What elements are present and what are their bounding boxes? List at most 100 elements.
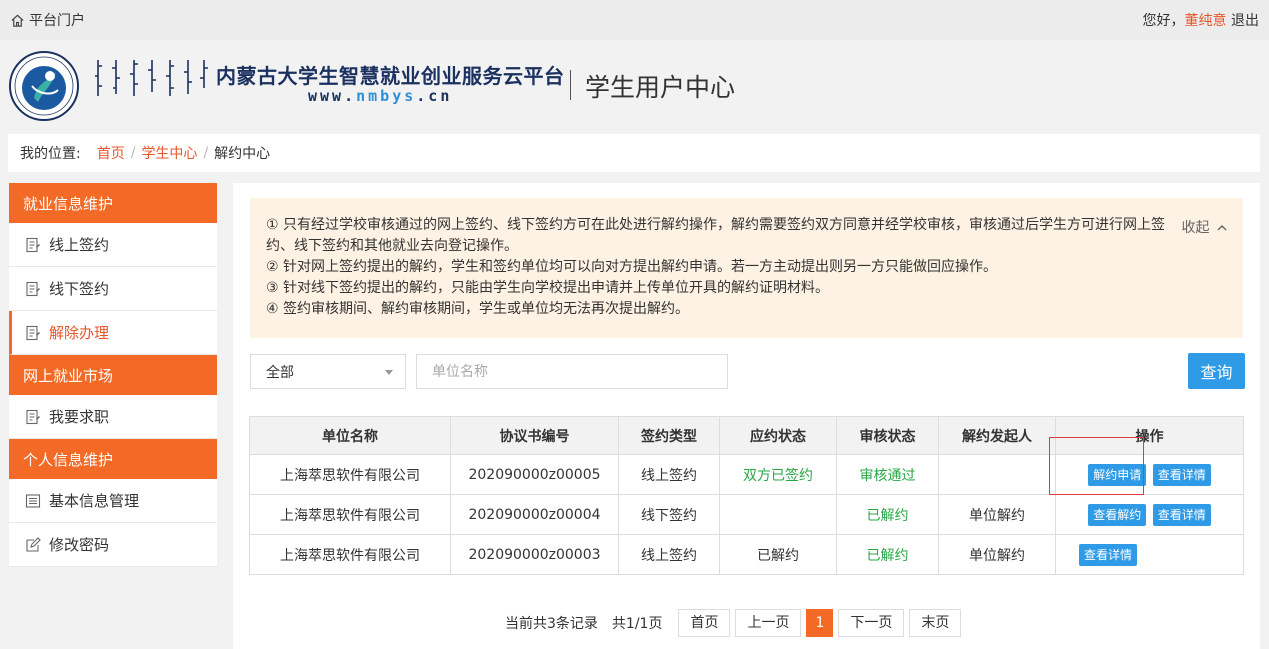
sidebar-item-label: 线上签约 (49, 236, 110, 254)
edit-icon (26, 536, 41, 552)
url-prefix: www. (308, 87, 357, 105)
breadcrumb-home[interactable]: 首页 (97, 143, 125, 163)
sidebar-section-personal-info[interactable]: 个人信息维护 (9, 439, 217, 479)
sidebar-item-change-password[interactable]: 修改密码 (9, 523, 217, 567)
table-row: 上海萃思软件有限公司 202090000z00003 线上签约 已解约 已解约 … (249, 534, 1244, 575)
table-row: 上海萃思软件有限公司 202090000z00005 线上签约 双方已签约 审核… (249, 454, 1244, 495)
cell-company: 上海萃思软件有限公司 (249, 494, 451, 535)
sidebar-item-label: 基本信息管理 (49, 492, 140, 510)
cell-response-status: 双方已签约 (719, 454, 837, 495)
document-icon (26, 237, 40, 252)
list-icon (25, 493, 41, 508)
document-icon (26, 409, 40, 424)
cell-audit-status: 已解约 (836, 494, 939, 535)
logout-link[interactable]: 退出 (1231, 13, 1259, 29)
cell-signing-type: 线上签约 (618, 534, 720, 575)
table-row: 上海萃思软件有限公司 202090000z00004 线下签约 已解约 单位解约… (249, 494, 1244, 535)
cell-actions: 查看解约 查看详情 (1055, 494, 1244, 535)
sidebar-section-job-market[interactable]: 网上就业市场 (9, 355, 217, 395)
cell-response-status: 已解约 (719, 534, 837, 575)
platform-logo (9, 51, 79, 121)
first-page-button[interactable]: 首页 (678, 609, 731, 637)
column-header-response-status: 应约状态 (719, 416, 837, 455)
cell-actions: 查看详情 (1055, 534, 1244, 575)
view-details-button[interactable]: 查看详情 (1152, 503, 1211, 526)
termination-records-table: 单位名称 协议书编号 签约类型 应约状态 审核状态 解约发起人 操作 上海萃思软… (249, 416, 1244, 575)
breadcrumb-label: 我的位置: (20, 146, 81, 162)
column-header-initiator: 解约发起人 (938, 416, 1056, 455)
sidebar-item-online-signing[interactable]: 线上签约 (9, 223, 217, 267)
user-name-link[interactable]: 董纯意 (1185, 13, 1227, 29)
cell-audit-status: 审核通过 (836, 454, 939, 495)
record-count: 当前共3条记录 (505, 616, 598, 632)
document-icon (26, 325, 40, 340)
column-header-agreement-number: 协议书编号 (450, 416, 619, 455)
notice-line-4: ④ 签约审核期间、解约审核期间，学生或单位均无法再次提出解约。 (266, 301, 689, 317)
sidebar-section-employment-info[interactable]: 就业信息维护 (9, 183, 217, 223)
prev-page-button[interactable]: 上一页 (735, 609, 802, 637)
column-header-audit-status: 审核状态 (836, 416, 939, 455)
cell-agreement-number: 202090000z00004 (450, 494, 619, 535)
cell-signing-type: 线上签约 (618, 454, 720, 495)
breadcrumb-separator: / (203, 145, 209, 161)
cell-response-status (719, 494, 837, 535)
breadcrumb-separator: / (130, 145, 136, 161)
status-filter-value: 全部 (266, 364, 294, 381)
view-termination-button[interactable]: 查看解约 (1088, 503, 1147, 526)
home-icon (11, 14, 24, 27)
collapse-toggle[interactable]: 收起 (1182, 218, 1227, 239)
collapse-label: 收起 (1181, 220, 1210, 236)
sidebar-item-label: 我要求职 (49, 408, 110, 426)
platform-portal-link[interactable]: 平台门户 (10, 10, 85, 30)
pagination: 当前共3条记录 共1/1页 首页 上一页 1 下一页 末页 (505, 609, 966, 637)
view-details-button[interactable]: 查看详情 (1152, 463, 1211, 486)
center-title: 学生用户中心 (585, 73, 736, 102)
query-button[interactable]: 查询 (1188, 353, 1245, 389)
breadcrumb-current: 解约中心 (214, 146, 271, 162)
column-header-signing-type: 签约类型 (618, 416, 720, 455)
sidebar-item-job-seeking[interactable]: 我要求职 (9, 395, 217, 439)
status-filter-select[interactable]: 全部 (250, 354, 406, 389)
current-page-button[interactable]: 1 (806, 609, 834, 637)
url-highlight: nmbys (356, 87, 417, 105)
cell-signing-type: 线下签约 (618, 494, 720, 535)
table-header-row: 单位名称 协议书编号 签约类型 应约状态 审核状态 解约发起人 操作 (249, 416, 1244, 455)
notice-box: ① 只有经过学校审核通过的网上签约、线下签约方可在此处进行解约操作，解约需要签约… (250, 198, 1243, 338)
cell-initiator (938, 454, 1056, 495)
sidebar: 就业信息维护 线上签约 线下签约 解除办理 网上就业市场 我要求职 个人信息维护… (9, 183, 217, 567)
site-header: 内蒙古大学生智慧就业创业服务云平台 www.nmbys.cn 学生用户中心 (0, 40, 1269, 134)
view-details-button[interactable]: 查看详情 (1079, 543, 1138, 566)
chevron-down-icon (385, 370, 393, 375)
sidebar-item-offline-signing[interactable]: 线下签约 (9, 267, 217, 311)
greeting-text: 您好， (1142, 13, 1185, 29)
cell-initiator: 单位解约 (938, 534, 1056, 575)
sidebar-item-label: 解除办理 (49, 324, 110, 342)
top-bar: 平台门户 您好，董纯意 退出 (0, 0, 1269, 40)
apply-termination-button[interactable]: 解约申请 (1088, 463, 1147, 486)
page-count: 共1/1页 (611, 616, 663, 632)
cell-company: 上海萃思软件有限公司 (249, 534, 451, 575)
notice-line-1: ① 只有经过学校审核通过的网上签约、线下签约方可在此处进行解约操作，解约需要签约… (266, 217, 1165, 254)
cell-agreement-number: 202090000z00005 (450, 454, 619, 495)
sidebar-item-label: 修改密码 (49, 536, 110, 554)
platform-title: 内蒙古大学生智慧就业创业服务云平台 (216, 64, 565, 88)
header-divider (570, 70, 571, 100)
cell-company: 上海萃思软件有限公司 (249, 454, 451, 495)
platform-portal-label: 平台门户 (29, 13, 85, 29)
last-page-button[interactable]: 末页 (909, 609, 962, 637)
sidebar-item-basic-info[interactable]: 基本信息管理 (9, 479, 217, 523)
user-greeting: 您好，董纯意 退出 (1143, 10, 1259, 30)
main-panel: ① 只有经过学校审核通过的网上签约、线下签约方可在此处进行解约操作，解约需要签约… (233, 183, 1260, 649)
document-icon (26, 281, 40, 296)
cell-audit-status: 已解约 (836, 534, 939, 575)
company-name-search-input[interactable] (416, 354, 728, 389)
next-page-button[interactable]: 下一页 (838, 609, 905, 637)
breadcrumb-student-center[interactable]: 学生中心 (141, 143, 197, 163)
breadcrumb: 我的位置: 首页 / 学生中心 / 解约中心 (8, 134, 1260, 172)
notice-line-2: ② 针对网上签约提出的解约，学生和签约单位均可以向对方提出解约申请。若一方主动提… (266, 259, 997, 275)
column-header-company: 单位名称 (249, 416, 451, 455)
cell-actions: 解约申请 查看详情 (1055, 454, 1244, 495)
sidebar-item-termination[interactable]: 解除办理 (9, 311, 217, 355)
cell-agreement-number: 202090000z00003 (450, 534, 619, 575)
mongolian-script-emblem (95, 60, 208, 96)
